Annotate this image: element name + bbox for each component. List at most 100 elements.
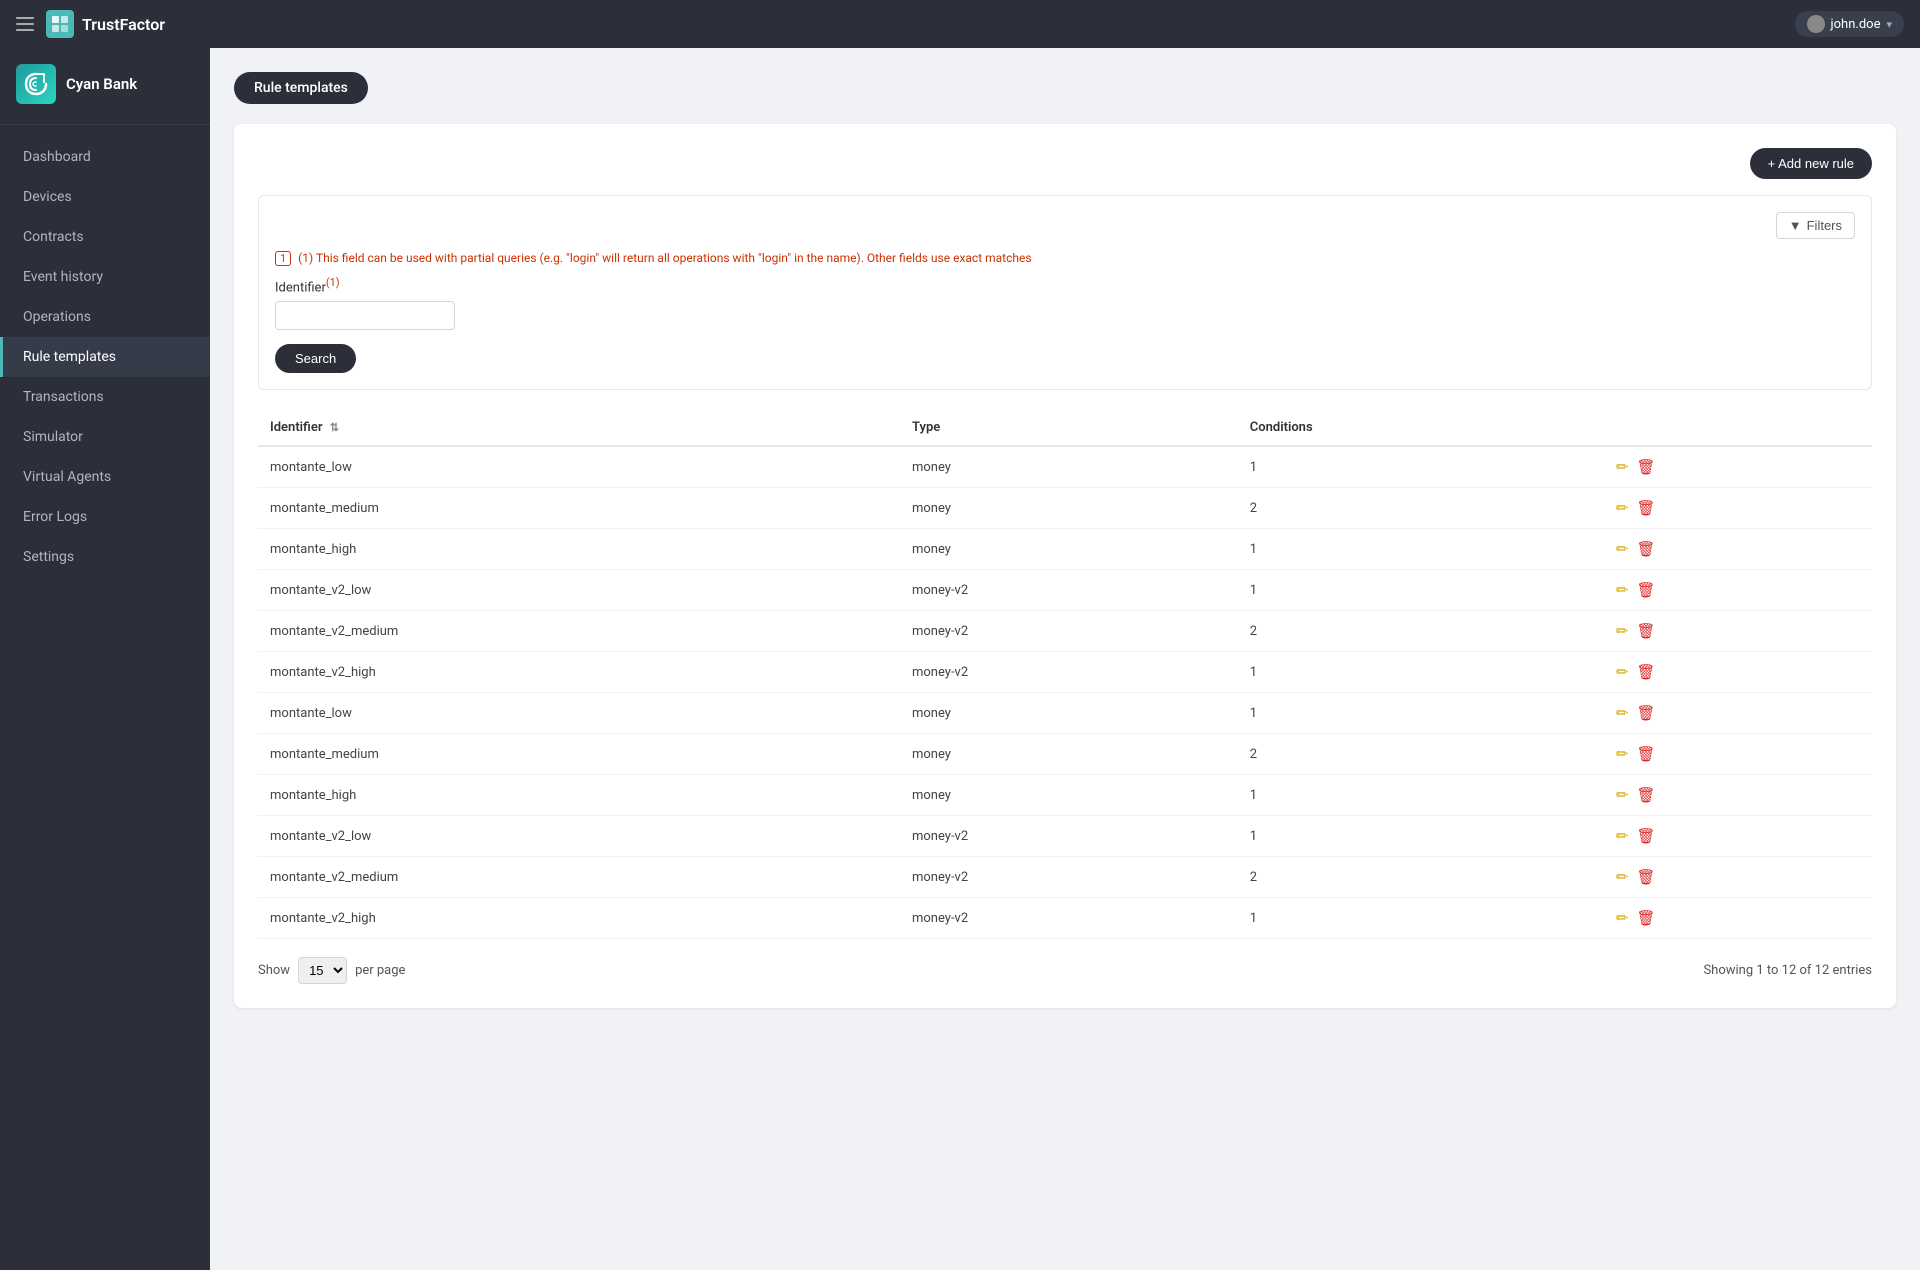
- cell-identifier: montante_v2_low: [258, 570, 900, 611]
- delete-button[interactable]: 🗑: [1636, 868, 1655, 886]
- content-card: + Add new rule ▼ Filters 1 (1) This fiel…: [234, 124, 1896, 1008]
- delete-button[interactable]: 🗑: [1636, 909, 1655, 927]
- sidebar-item-error-logs[interactable]: Error Logs: [0, 497, 210, 537]
- cell-type: money: [900, 775, 1238, 816]
- edit-button[interactable]: ✏: [1616, 458, 1629, 476]
- logo-icon: [46, 10, 74, 38]
- cell-actions: ✏ 🗑: [1604, 734, 1872, 775]
- sidebar-item-dashboard[interactable]: Dashboard: [0, 137, 210, 177]
- delete-button[interactable]: 🗑: [1636, 663, 1655, 681]
- identifier-input[interactable]: [275, 301, 455, 330]
- cell-actions: ✏ 🗑: [1604, 611, 1872, 652]
- col-conditions: Conditions: [1238, 410, 1604, 446]
- cell-type: money-v2: [900, 570, 1238, 611]
- cell-identifier: montante_high: [258, 775, 900, 816]
- delete-button[interactable]: 🗑: [1636, 540, 1655, 558]
- table-row: montante_v2_high money-v2 1 ✏ 🗑: [258, 652, 1872, 693]
- edit-button[interactable]: ✏: [1616, 909, 1629, 927]
- delete-button[interactable]: 🗑: [1636, 704, 1655, 722]
- delete-button[interactable]: 🗑: [1636, 458, 1655, 476]
- per-page-label: per page: [355, 963, 405, 978]
- sidebar-item-event-history[interactable]: Event history: [0, 257, 210, 297]
- cell-conditions: 1: [1238, 816, 1604, 857]
- cell-type: money-v2: [900, 816, 1238, 857]
- sidebar-brand: Cyan Bank: [0, 48, 210, 125]
- per-page-select[interactable]: 15 25 50: [298, 957, 347, 984]
- sidebar-item-settings[interactable]: Settings: [0, 537, 210, 577]
- delete-button[interactable]: 🗑: [1636, 581, 1655, 599]
- table-row: montante_v2_low money-v2 1 ✏ 🗑: [258, 816, 1872, 857]
- sidebar-item-devices[interactable]: Devices: [0, 177, 210, 217]
- filters-button[interactable]: ▼ Filters: [1776, 212, 1855, 239]
- cell-actions: ✏ 🗑: [1604, 816, 1872, 857]
- topbar-left: TrustFactor: [16, 10, 165, 38]
- cell-conditions: 1: [1238, 693, 1604, 734]
- edit-button[interactable]: ✏: [1616, 499, 1629, 517]
- cell-type: money: [900, 693, 1238, 734]
- edit-button[interactable]: ✏: [1616, 540, 1629, 558]
- delete-button[interactable]: 🗑: [1636, 827, 1655, 845]
- table-row: montante_v2_medium money-v2 2 ✏ 🗑: [258, 857, 1872, 898]
- edit-button[interactable]: ✏: [1616, 704, 1629, 722]
- add-new-rule-button[interactable]: + Add new rule: [1750, 148, 1872, 179]
- edit-button[interactable]: ✏: [1616, 581, 1629, 599]
- cell-type: money: [900, 734, 1238, 775]
- main-content: Rule templates + Add new rule ▼ Filters …: [210, 48, 1920, 1270]
- edit-button[interactable]: ✏: [1616, 622, 1629, 640]
- page-title: Rule templates: [234, 72, 368, 104]
- table-row: montante_medium money 2 ✏ 🗑: [258, 488, 1872, 529]
- identifier-sup: (1): [326, 276, 340, 289]
- cell-type: money-v2: [900, 652, 1238, 693]
- user-menu[interactable]: john.doe ▾: [1795, 11, 1904, 37]
- cell-identifier: montante_medium: [258, 734, 900, 775]
- sidebar: Cyan Bank DashboardDevicesContractsEvent…: [0, 48, 210, 1270]
- sort-icon: ⇅: [330, 421, 339, 434]
- cell-conditions: 1: [1238, 898, 1604, 939]
- app-name: TrustFactor: [82, 15, 165, 34]
- filter-header: ▼ Filters: [275, 212, 1855, 239]
- cell-conditions: 2: [1238, 857, 1604, 898]
- sidebar-item-transactions[interactable]: Transactions: [0, 377, 210, 417]
- hamburger-menu[interactable]: [16, 17, 34, 31]
- sidebar-item-simulator[interactable]: Simulator: [0, 417, 210, 457]
- cell-type: money: [900, 529, 1238, 570]
- app-logo: TrustFactor: [46, 10, 165, 38]
- edit-button[interactable]: ✏: [1616, 827, 1629, 845]
- edit-button[interactable]: ✏: [1616, 663, 1629, 681]
- sidebar-item-rule-templates[interactable]: Rule templates: [0, 337, 210, 377]
- cell-identifier: montante_high: [258, 529, 900, 570]
- edit-button[interactable]: ✏: [1616, 745, 1629, 763]
- topbar: TrustFactor john.doe ▾: [0, 0, 1920, 48]
- sidebar-item-virtual-agents[interactable]: Virtual Agents: [0, 457, 210, 497]
- edit-button[interactable]: ✏: [1616, 868, 1629, 886]
- delete-button[interactable]: 🗑: [1636, 745, 1655, 763]
- table-row: montante_v2_medium money-v2 2 ✏ 🗑: [258, 611, 1872, 652]
- delete-button[interactable]: 🗑: [1636, 786, 1655, 804]
- show-label: Show: [258, 963, 290, 978]
- sidebar-item-operations[interactable]: Operations: [0, 297, 210, 337]
- cell-actions: ✏ 🗑: [1604, 446, 1872, 488]
- col-identifier[interactable]: Identifier ⇅: [258, 410, 900, 446]
- show-section: Show 15 25 50 per page: [258, 957, 405, 984]
- col-actions: [1604, 410, 1872, 446]
- cell-identifier: montante_low: [258, 693, 900, 734]
- cell-type: money-v2: [900, 898, 1238, 939]
- sidebar-nav: DashboardDevicesContractsEvent historyOp…: [0, 125, 210, 1270]
- delete-button[interactable]: 🗑: [1636, 499, 1655, 517]
- delete-button[interactable]: 🗑: [1636, 622, 1655, 640]
- table-row: montante_medium money 2 ✏ 🗑: [258, 734, 1872, 775]
- cell-identifier: montante_v2_high: [258, 898, 900, 939]
- main-layout: Cyan Bank DashboardDevicesContractsEvent…: [0, 48, 1920, 1270]
- table-row: montante_high money 1 ✏ 🗑: [258, 775, 1872, 816]
- table-row: montante_v2_low money-v2 1 ✏ 🗑: [258, 570, 1872, 611]
- edit-button[interactable]: ✏: [1616, 786, 1629, 804]
- search-button[interactable]: Search: [275, 344, 356, 373]
- cell-conditions: 1: [1238, 446, 1604, 488]
- cell-type: money: [900, 488, 1238, 529]
- table-footer: Show 15 25 50 per page Showing 1 to 12 o…: [258, 957, 1872, 984]
- sidebar-item-contracts[interactable]: Contracts: [0, 217, 210, 257]
- cell-actions: ✏ 🗑: [1604, 570, 1872, 611]
- user-name: john.doe: [1831, 17, 1881, 32]
- cell-conditions: 1: [1238, 570, 1604, 611]
- cell-identifier: montante_v2_high: [258, 652, 900, 693]
